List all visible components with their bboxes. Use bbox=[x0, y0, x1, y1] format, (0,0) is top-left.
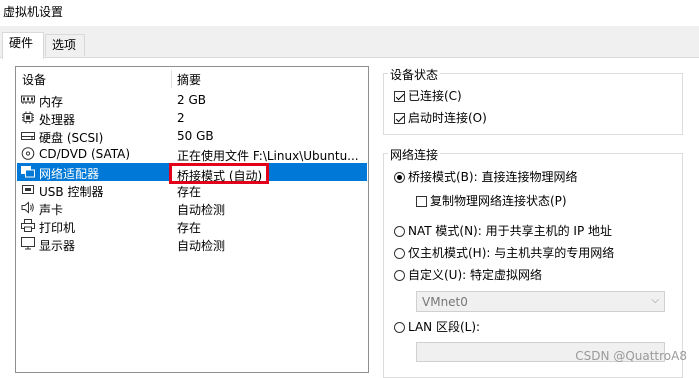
device-name: 显示器 bbox=[39, 239, 76, 253]
device-row-memory[interactable]: 内存 2 GB bbox=[17, 91, 367, 109]
device-summary: 存在 bbox=[177, 185, 202, 199]
device-row-sound-card[interactable]: 声卡 自动检测 bbox=[17, 199, 367, 217]
tab-strip bbox=[0, 26, 699, 58]
lan-segment-radio[interactable]: LAN 区段(L): bbox=[394, 318, 480, 335]
bridged-label: 桥接模式(B): 直接连接物理网络 bbox=[408, 170, 578, 184]
device-summary: 2 bbox=[177, 111, 185, 125]
device-summary: 正在使用文件 F:\Linux\Ubuntu... bbox=[177, 149, 359, 163]
radio-dot[interactable] bbox=[394, 172, 405, 183]
device-list[interactable]: 设备 摘要 内存 2 GB 处理器 2 硬盘 (SCSI) 50 GB CD/D… bbox=[15, 66, 369, 373]
tab-hardware[interactable]: 硬件 bbox=[2, 32, 44, 59]
column-divider[interactable] bbox=[171, 70, 172, 88]
replicate-state-checkbox[interactable]: 复制物理网络连接状态(P) bbox=[416, 192, 567, 209]
checkbox-box[interactable] bbox=[394, 113, 405, 124]
lan-segment-label: LAN 区段(L): bbox=[408, 320, 481, 334]
watermark: CSDN @QuattroA8 bbox=[575, 349, 687, 363]
memory-icon bbox=[21, 95, 35, 104]
custom-label: 自定义(U): 特定虚拟网络 bbox=[408, 268, 543, 282]
device-name: USB 控制器 bbox=[39, 185, 104, 199]
device-summary: 50 GB bbox=[177, 129, 214, 143]
device-name: 内存 bbox=[39, 95, 64, 109]
device-row-processor[interactable]: 处理器 2 bbox=[17, 109, 367, 127]
device-list-header: 设备 摘要 bbox=[16, 70, 368, 88]
device-summary: 2 GB bbox=[177, 93, 206, 107]
custom-radio[interactable]: 自定义(U): 特定虚拟网络 bbox=[394, 266, 542, 283]
device-name: 处理器 bbox=[39, 113, 76, 127]
network-connection-legend: 网络连接 bbox=[388, 146, 441, 163]
nat-label: NAT 模式(N): 用于共享主机的 IP 地址 bbox=[408, 224, 613, 238]
device-row-display[interactable]: 显示器 自动检测 bbox=[17, 235, 367, 253]
network-adapter-icon bbox=[21, 166, 35, 178]
connect-at-power-on-label: 启动时连接(O) bbox=[408, 111, 487, 125]
device-summary: 存在 bbox=[177, 221, 202, 235]
bridged-radio[interactable]: 桥接模式(B): 直接连接物理网络 bbox=[394, 168, 577, 185]
radio-dot[interactable] bbox=[394, 270, 405, 281]
usb-icon bbox=[22, 185, 34, 194]
cd-dvd-icon bbox=[21, 147, 35, 160]
sound-card-icon bbox=[21, 201, 34, 214]
nat-radio[interactable]: NAT 模式(N): 用于共享主机的 IP 地址 bbox=[394, 222, 612, 239]
processor-icon bbox=[22, 111, 34, 124]
device-row-hard-disk[interactable]: 硬盘 (SCSI) 50 GB bbox=[17, 127, 367, 145]
hard-disk-icon bbox=[21, 132, 35, 140]
device-summary: 自动检测 bbox=[177, 203, 226, 217]
connect-at-power-on-checkbox[interactable]: 启动时连接(O) bbox=[394, 109, 487, 126]
radio-dot[interactable] bbox=[394, 322, 405, 333]
device-name: 硬盘 (SCSI) bbox=[39, 131, 104, 145]
device-name: 声卡 bbox=[39, 203, 64, 217]
column-device[interactable]: 设备 bbox=[22, 71, 46, 88]
host-only-radio[interactable]: 仅主机模式(H): 与主机共享的专用网络 bbox=[394, 244, 614, 261]
column-summary[interactable]: 摘要 bbox=[177, 71, 201, 88]
tab-options[interactable]: 选项 bbox=[45, 34, 85, 56]
connected-label: 已连接(C) bbox=[408, 89, 462, 103]
radio-dot[interactable] bbox=[394, 248, 405, 259]
custom-network-value: VMnet0 bbox=[422, 295, 468, 309]
device-row-printer[interactable]: 打印机 存在 bbox=[17, 217, 367, 235]
device-status-legend: 设备状态 bbox=[388, 66, 441, 83]
device-summary: 桥接模式 (自动) bbox=[177, 169, 263, 183]
chevron-down-icon: ⌵ bbox=[651, 295, 659, 306]
device-name: 打印机 bbox=[39, 221, 76, 235]
connected-checkbox[interactable]: 已连接(C) bbox=[394, 87, 462, 104]
checkbox-box[interactable] bbox=[394, 91, 405, 102]
checkbox-box[interactable] bbox=[416, 196, 427, 207]
device-summary: 自动检测 bbox=[177, 239, 226, 253]
printer-icon bbox=[21, 219, 35, 232]
device-row-cd-dvd[interactable]: CD/DVD (SATA) 正在使用文件 F:\Linux\Ubuntu... bbox=[17, 145, 367, 163]
radio-dot[interactable] bbox=[394, 226, 405, 237]
title-bar: 虚拟机设置 bbox=[0, 0, 699, 26]
window-title: 虚拟机设置 bbox=[3, 5, 64, 19]
custom-network-select[interactable]: VMnet0 ⌵ bbox=[416, 291, 665, 312]
display-icon bbox=[21, 237, 35, 250]
device-name: CD/DVD (SATA) bbox=[39, 147, 131, 161]
host-only-label: 仅主机模式(H): 与主机共享的专用网络 bbox=[408, 246, 615, 260]
replicate-state-label: 复制物理网络连接状态(P) bbox=[430, 194, 567, 208]
network-summary-highlight: 桥接模式 (自动) bbox=[169, 163, 269, 184]
device-name: 网络适配器 bbox=[39, 167, 100, 181]
